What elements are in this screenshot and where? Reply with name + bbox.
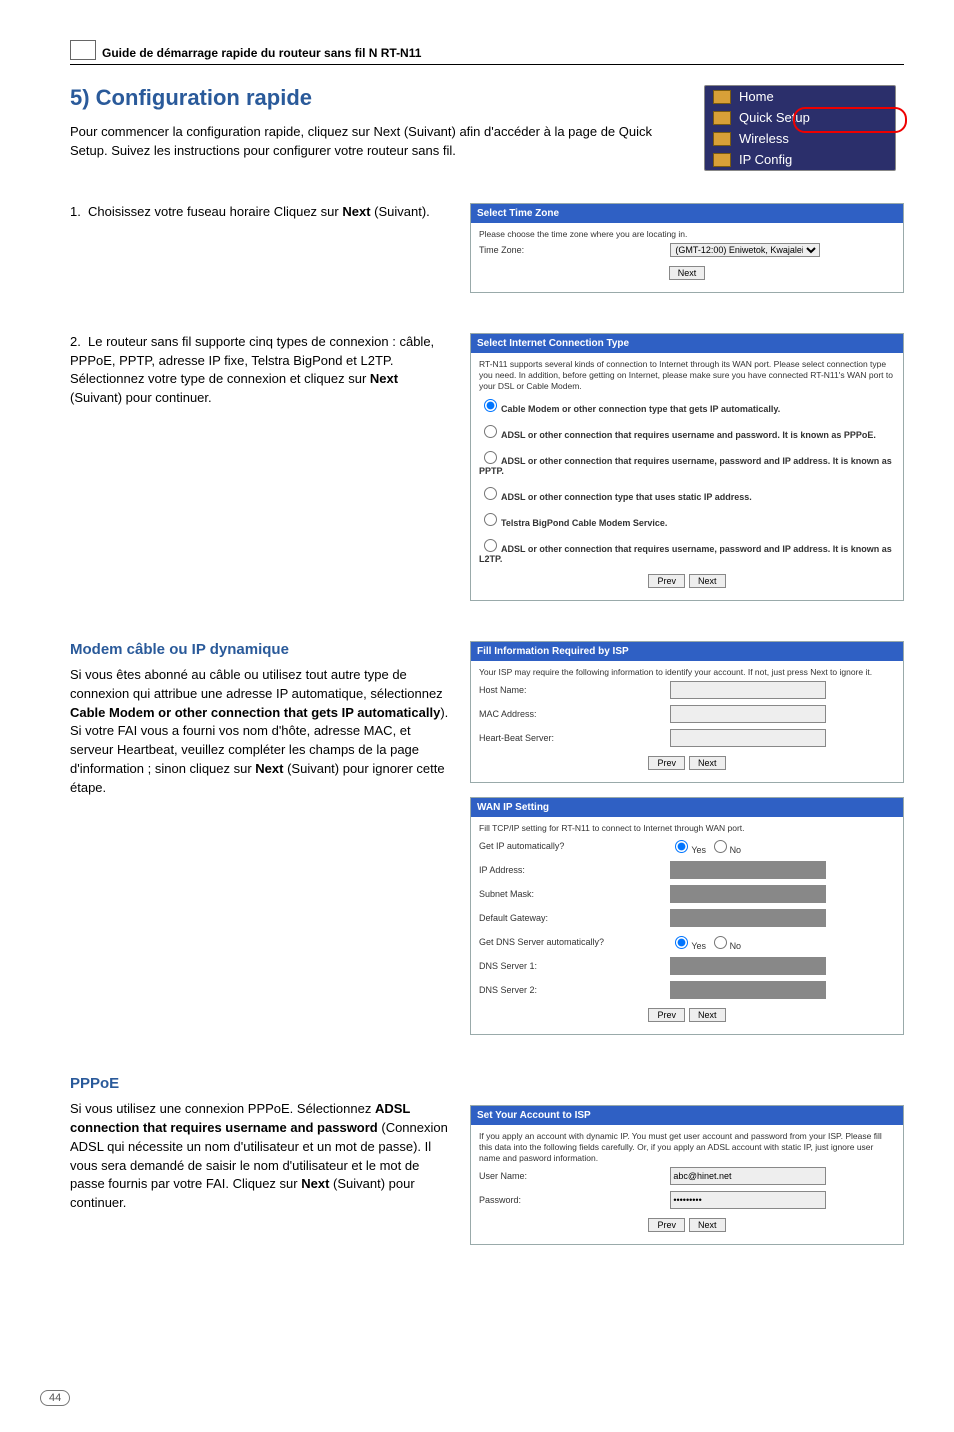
ct-radio-bigpond[interactable] — [484, 513, 497, 526]
nav-label: IP Config — [739, 152, 792, 167]
wan-ip-panel: WAN IP Setting Fill TCP/IP setting for R… — [470, 797, 904, 1035]
dns1-input[interactable] — [670, 957, 826, 975]
dns-auto-yes[interactable] — [675, 936, 688, 949]
nav-menu: Home Quick Setup Wireless IP Config — [704, 85, 896, 171]
mask-input[interactable] — [670, 885, 826, 903]
tz-select[interactable]: (GMT-12:00) Eniwetok, Kwajalein — [670, 243, 820, 257]
gw-label: Default Gateway: — [479, 913, 670, 923]
nav-item-quick-setup[interactable]: Quick Setup — [705, 107, 895, 128]
pppoe-paragraph: Si vous utilisez une connexion PPPoE. Sé… — [70, 1100, 450, 1213]
ct-radio-pptp[interactable] — [484, 451, 497, 464]
host-label: Host Name: — [479, 685, 670, 695]
pass-label: Password: — [479, 1195, 670, 1205]
nav-label: Wireless — [739, 131, 789, 146]
next-button[interactable]: Next — [689, 756, 726, 770]
hb-label: Heart-Beat Server: — [479, 733, 670, 743]
panel-header: WAN IP Setting — [471, 798, 903, 817]
panel-hint: Please choose the time zone where you ar… — [479, 229, 895, 240]
folder-icon — [713, 90, 731, 104]
no-label: No — [730, 845, 742, 855]
ct-radio-l2tp[interactable] — [484, 539, 497, 552]
ct-opt: ADSL or other connection that requires u… — [501, 430, 876, 440]
timezone-panel: Select Time Zone Please choose the time … — [470, 203, 904, 293]
hb-input[interactable] — [670, 729, 826, 747]
pass-input[interactable] — [670, 1191, 826, 1209]
next-button[interactable]: Next — [689, 1008, 726, 1022]
no-label: No — [730, 941, 742, 951]
host-input[interactable] — [670, 681, 826, 699]
ip-label: IP Address: — [479, 865, 670, 875]
dns1-label: DNS Server 1: — [479, 961, 670, 971]
tz-label: Time Zone: — [479, 245, 670, 255]
ct-opt: Cable Modem or other connection type tha… — [501, 404, 780, 414]
step-tail: (Suivant) pour continuer. — [70, 390, 212, 405]
nav-label: Quick Setup — [739, 110, 810, 125]
gw-input[interactable] — [670, 909, 826, 927]
connection-type-panel: Select Internet Connection Type RT-N11 s… — [470, 333, 904, 601]
nav-item-wireless[interactable]: Wireless — [705, 128, 895, 149]
user-label: User Name: — [479, 1171, 670, 1181]
folder-icon — [713, 153, 731, 167]
yes-label: Yes — [691, 845, 706, 855]
ct-radio-pppoe[interactable] — [484, 425, 497, 438]
dns2-label: DNS Server 2: — [479, 985, 670, 995]
next-button[interactable]: Next — [689, 574, 726, 588]
ip-auto-yes[interactable] — [675, 840, 688, 853]
step-bold: Next — [342, 204, 370, 219]
modem-title: Modem câble ou IP dynamique — [70, 641, 450, 658]
ip-input[interactable] — [670, 861, 826, 879]
panel-hint: Your ISP may require the following infor… — [479, 667, 895, 678]
panel-header: Fill Information Required by ISP — [471, 642, 903, 661]
ct-opt: ADSL or other connection that requires u… — [479, 456, 892, 476]
folder-icon — [713, 132, 731, 146]
header-title: Guide de démarrage rapide du routeur san… — [102, 46, 421, 60]
prev-button[interactable]: Prev — [648, 574, 685, 588]
ct-radio-cable[interactable] — [484, 399, 497, 412]
pppoe-title: PPPoE — [70, 1075, 450, 1092]
nav-item-ip-config[interactable]: IP Config — [705, 149, 895, 170]
yes-label: Yes — [691, 941, 706, 951]
step-text: Choisissez votre fuseau horaire Cliquez … — [88, 204, 342, 219]
page-number: 44 — [40, 1390, 70, 1406]
dns2-input[interactable] — [670, 981, 826, 999]
step-number: 1. — [70, 203, 88, 222]
dns-auto-no[interactable] — [714, 936, 727, 949]
step-number: 2. — [70, 333, 88, 352]
logo-icon — [70, 40, 96, 60]
modem-paragraph: Si vous êtes abonné au câble ou utilisez… — [70, 666, 450, 798]
panel-header: Select Internet Connection Type — [471, 334, 903, 353]
nav-label: Home — [739, 89, 774, 104]
ip-auto-no[interactable] — [714, 840, 727, 853]
mask-label: Subnet Mask: — [479, 889, 670, 899]
account-panel: Set Your Account to ISP If you apply an … — [470, 1105, 904, 1245]
mac-input[interactable] — [670, 705, 826, 723]
panel-header: Set Your Account to ISP — [471, 1106, 903, 1125]
nav-item-home[interactable]: Home — [705, 86, 895, 107]
ct-opt: ADSL or other connection that requires u… — [479, 544, 892, 564]
dns-auto-label: Get DNS Server automatically? — [479, 937, 670, 947]
user-input[interactable] — [670, 1167, 826, 1185]
prev-button[interactable]: Prev — [648, 756, 685, 770]
ct-opt: ADSL or other connection type that uses … — [501, 492, 752, 502]
ct-opt: Telstra BigPond Cable Modem Service. — [501, 518, 667, 528]
panel-header: Select Time Zone — [471, 204, 903, 223]
next-button[interactable]: Next — [669, 266, 706, 280]
step-bold: Next — [370, 371, 398, 386]
panel-hint: If you apply an account with dynamic IP.… — [479, 1131, 895, 1164]
section-title: 5) Configuration rapide — [70, 85, 684, 111]
panel-hint: RT-N11 supports several kinds of connect… — [479, 359, 895, 392]
isp-info-panel: Fill Information Required by ISP Your IS… — [470, 641, 904, 783]
mac-label: MAC Address: — [479, 709, 670, 719]
prev-button[interactable]: Prev — [648, 1218, 685, 1232]
section-intro: Pour commencer la configuration rapide, … — [70, 123, 684, 161]
ct-radio-static[interactable] — [484, 487, 497, 500]
folder-icon — [713, 111, 731, 125]
next-button[interactable]: Next — [689, 1218, 726, 1232]
prev-button[interactable]: Prev — [648, 1008, 685, 1022]
wan-auto-label: Get IP automatically? — [479, 841, 670, 851]
step-tail: (Suivant). — [371, 204, 430, 219]
panel-hint: Fill TCP/IP setting for RT-N11 to connec… — [479, 823, 895, 834]
